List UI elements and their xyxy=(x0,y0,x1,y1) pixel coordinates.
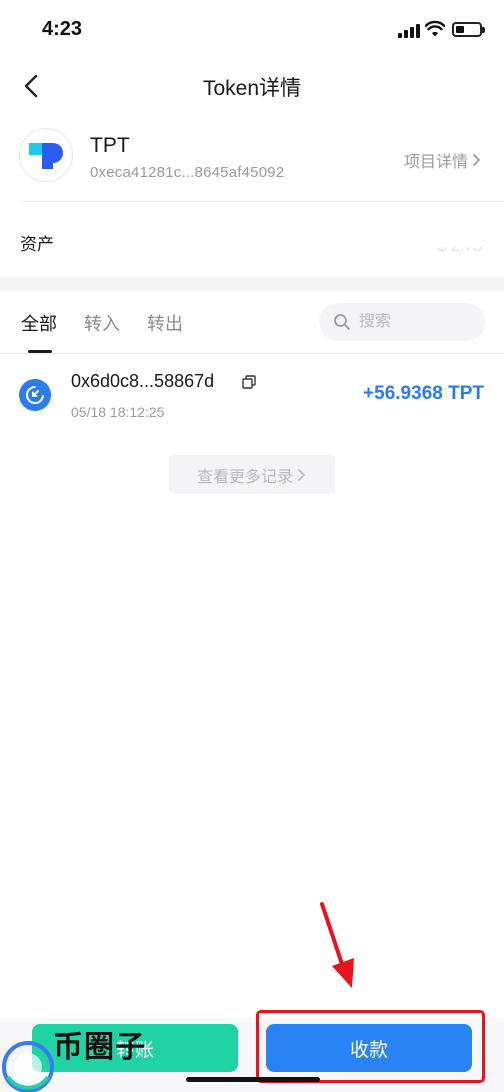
view-more-records-button[interactable]: 查看更多记录 xyxy=(169,455,335,494)
nav-header: Token详情 xyxy=(0,60,504,112)
status-bar: 4:23 xyxy=(0,0,504,60)
status-time: 4:23 xyxy=(42,18,83,40)
search-icon xyxy=(334,314,350,330)
tx-amount: +56.9368 TPT xyxy=(363,383,484,404)
incoming-tx-icon xyxy=(19,379,51,411)
watermark-text: 币圈子 xyxy=(53,1031,146,1064)
page-title: Token详情 xyxy=(202,77,302,100)
annotation-highlight-box xyxy=(256,1010,485,1083)
wifi-icon xyxy=(425,20,445,37)
tpt-logo-icon xyxy=(19,128,73,182)
token-symbol: TPT xyxy=(90,134,130,157)
project-details-link[interactable]: 项目详情 xyxy=(404,148,482,172)
tx-time: 05/18 18:12:25 xyxy=(71,404,165,420)
search-box[interactable] xyxy=(319,303,485,341)
tab-all[interactable]: 全部 xyxy=(21,310,57,336)
active-tab-indicator xyxy=(28,350,52,353)
tx-hash: 0x6d0c8...58867d xyxy=(71,371,215,391)
token-card: TPT 0xeca41281c...8645af45092 项目详情 xyxy=(0,122,504,202)
copy-icon[interactable] xyxy=(241,374,257,390)
signal-icon xyxy=(398,24,420,38)
chevron-right-icon xyxy=(298,468,306,481)
asset-label: 资产 xyxy=(20,235,54,254)
home-indicator xyxy=(186,1077,320,1082)
transaction-row[interactable]: 0x6d0c8...58867d 05/18 18:12:25 +56.9368… xyxy=(0,355,504,435)
asset-value: $ 2.73 xyxy=(437,238,482,255)
tab-bar: 全部 转入 转出 xyxy=(0,290,504,354)
chevron-right-icon xyxy=(473,154,481,166)
view-more-label: 查看更多记录 xyxy=(196,468,293,486)
battery-icon xyxy=(452,22,485,37)
search-input[interactable] xyxy=(359,313,469,331)
section-separator xyxy=(0,278,504,290)
token-address: 0xeca41281c...8645af45092 xyxy=(90,164,285,181)
annotation-arrow-icon xyxy=(320,902,354,988)
project-details-label: 项目详情 xyxy=(403,154,468,171)
tab-outgoing[interactable]: 转出 xyxy=(147,310,183,336)
asset-row: 资产 $ 2.73 xyxy=(0,202,504,278)
tab-incoming[interactable]: 转入 xyxy=(84,310,120,336)
